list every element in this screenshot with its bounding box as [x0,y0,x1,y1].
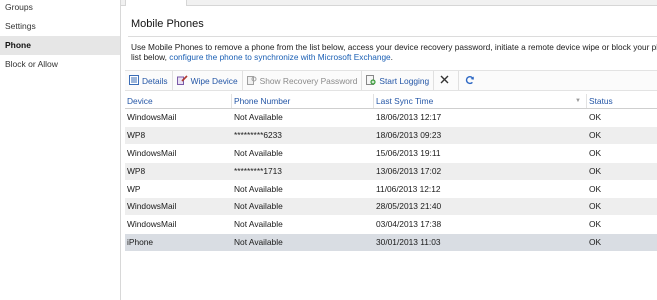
sort-descending-icon: ▼ [575,98,581,104]
wipe-icon [176,74,188,87]
description-line-2: list below, configure the phone to synch… [131,52,657,62]
table-row[interactable]: WindowsMail Not Available 15/06/2013 19:… [125,145,657,163]
status-cell: OK [589,165,602,176]
left-navigation: Groups Settings Phone Block or Allow [0,0,121,300]
wipe-device-label: Wipe Device [190,75,238,86]
table-row[interactable]: WindowsMail Not Available 03/04/2013 17:… [125,216,657,235]
phone-number-cell: *********6233 [234,129,282,140]
device-cell: iPhone [127,237,154,248]
description-line-1: Use Mobile Phones to remove a phone from… [131,42,657,52]
device-cell: WP8 [127,165,146,176]
last-sync-cell: 03/04/2013 17:38 [376,219,442,230]
show-recovery-password-label: Show Recovery Password [259,75,358,86]
last-sync-cell: 11/06/2013 12:12 [376,183,441,194]
details-label: Details [142,75,168,86]
device-cell: WindowsMail [127,112,177,122]
phone-number-cell: Not Available [234,219,283,230]
nav-item-block-or-allow[interactable]: Block or Allow [0,55,120,74]
table-header: Device Phone Number Last Sync Time ▼ Sta… [125,94,657,109]
status-cell: OK [589,201,602,212]
last-sync-cell: 18/06/2013 09:23 [376,129,442,140]
phone-number-cell: Not Available [234,183,283,194]
device-cell: WindowsMail [127,147,177,158]
last-sync-cell: 15/06/2013 19:11 [376,147,441,158]
refresh-icon [465,75,475,87]
phone-number-cell: Not Available [234,201,283,212]
column-header-last-sync-time[interactable]: Last Sync Time ▼ [374,94,587,108]
status-cell: OK [589,183,602,194]
last-sync-cell: 30/01/2013 11:03 [376,237,441,248]
table-row[interactable]: WindowsMail Not Available 28/05/2013 21:… [125,198,657,217]
configure-exchange-link[interactable]: configure the phone to synchronize with … [169,52,390,62]
description-suffix: . [390,52,393,62]
nav-item-settings[interactable]: Settings [0,17,120,36]
device-cell: WP [127,183,141,194]
title-divider [128,36,657,37]
device-cell: WP8 [127,129,146,140]
status-cell: OK [589,129,602,140]
status-cell: OK [589,112,602,122]
phone-number-cell: Not Available [234,237,283,248]
last-sync-cell: 13/06/2013 17:02 [376,165,442,176]
panel-description: Use Mobile Phones to remove a phone from… [131,42,657,62]
show-recovery-password-button[interactable]: Show Recovery Password [243,71,363,90]
table-row[interactable]: WP8 *********1713 13/06/2013 17:02 OK [125,162,657,181]
details-button[interactable]: Details [125,71,173,90]
device-cell: WindowsMail [127,219,177,230]
phone-number-cell: Not Available [234,147,283,158]
panel-title: Mobile Phones [131,18,204,30]
table-row[interactable]: WP8 *********6233 18/06/2013 09:23 OK [125,126,657,145]
recovery-password-icon [246,75,257,87]
nav-item-groups[interactable]: Groups [0,0,120,17]
delete-icon [440,75,449,86]
refresh-button[interactable] [459,71,484,90]
wipe-device-button[interactable]: Wipe Device [173,71,243,90]
column-header-status[interactable]: Status [587,94,657,108]
status-cell: OK [589,237,602,248]
delete-button[interactable] [434,71,460,90]
start-logging-label: Start Logging [379,75,430,86]
column-header-phone-number[interactable]: Phone Number [232,94,374,108]
toolbar: Details Wipe Device Show Recovery Passwo… [125,70,657,91]
table-row[interactable]: WP Not Available 11/06/2013 12:12 OK [125,181,657,199]
table-row-selected[interactable]: iPhone Not Available 30/01/2013 11:03 OK [125,234,657,253]
mobile-phones-table: Device Phone Number Last Sync Time ▼ Sta… [125,94,657,253]
column-header-device[interactable]: Device [125,94,232,108]
description-prefix: list below, [131,52,167,62]
last-sync-cell: 18/06/2013 12:17 [376,112,442,122]
nav-item-phone[interactable]: Phone [0,36,120,55]
table-row[interactable]: WindowsMail Not Available 18/06/2013 12:… [125,109,657,127]
start-logging-icon [366,74,376,87]
start-logging-button[interactable]: Start Logging [362,71,435,90]
phone-number-cell: Not Available [234,112,283,122]
mobile-phones-panel: Mobile Phones Use Mobile Phones to remov… [122,6,657,300]
last-sync-header-label: Last Sync Time [376,96,434,106]
phone-number-cell: *********1713 [234,165,282,176]
device-cell: WindowsMail [127,201,177,212]
details-icon [129,74,139,87]
status-cell: OK [589,219,602,230]
status-cell: OK [589,147,602,158]
last-sync-cell: 28/05/2013 21:40 [376,201,442,212]
